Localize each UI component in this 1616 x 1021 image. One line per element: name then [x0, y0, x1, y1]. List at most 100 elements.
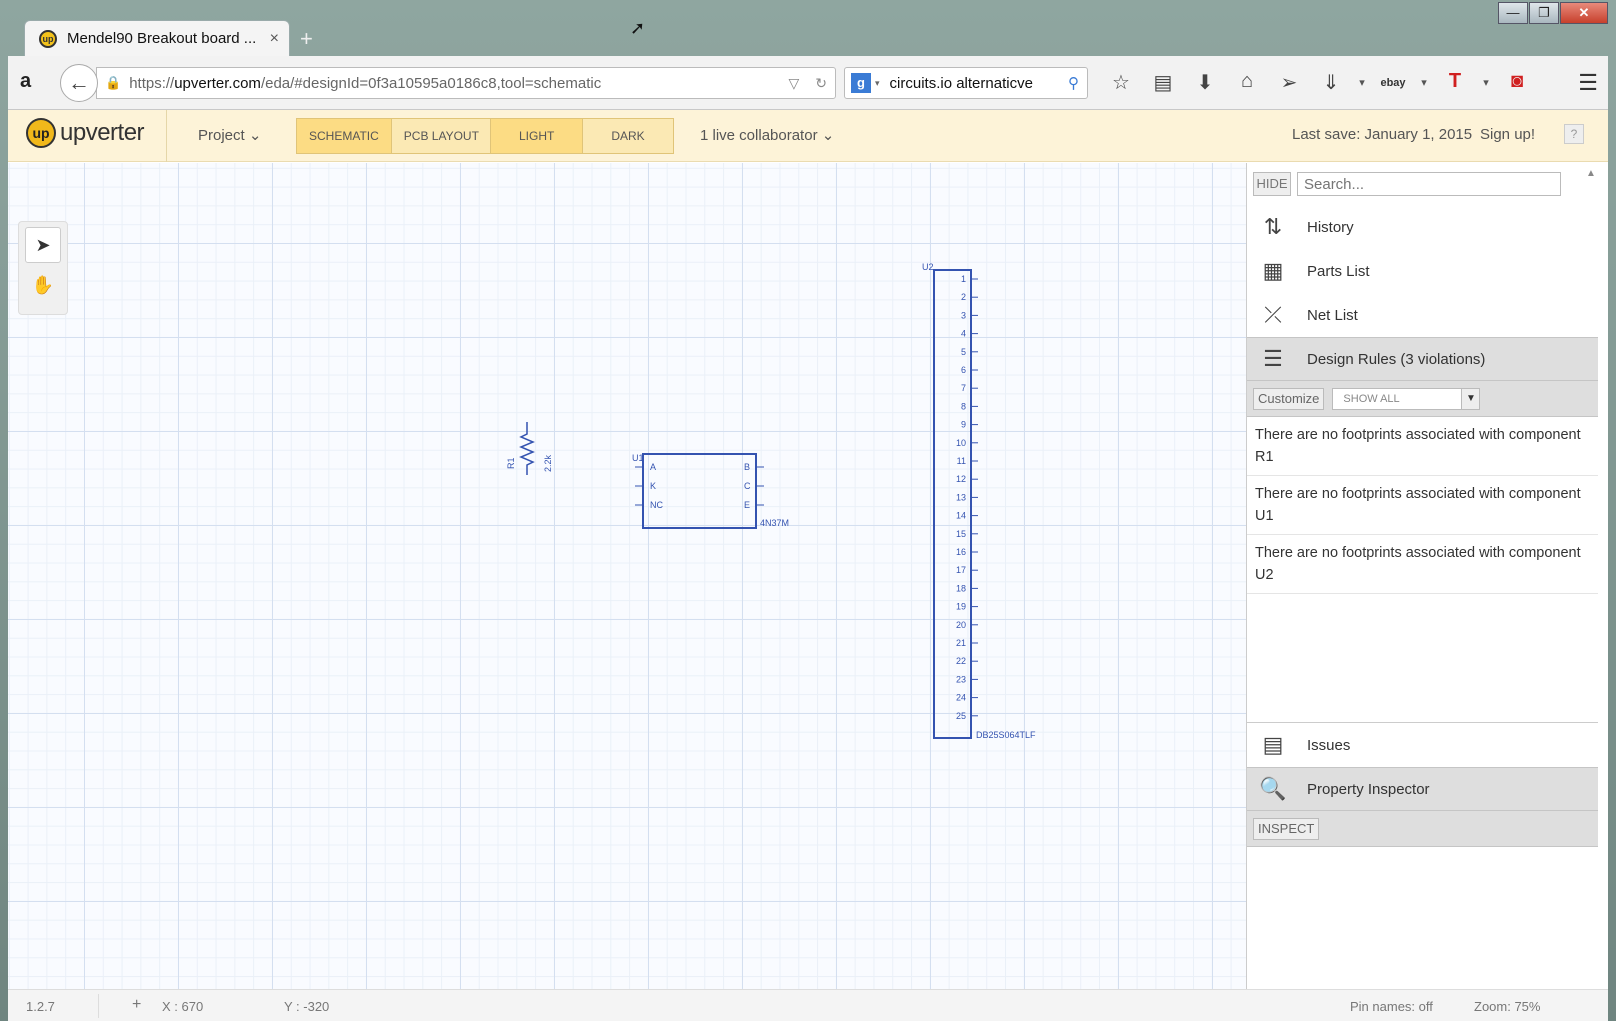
amazon-icon[interactable]: a [20, 70, 31, 93]
send-icon[interactable]: ➢ [1268, 70, 1310, 96]
address-bar[interactable]: 🔒 https://upverter.com/eda/#designId=0f3… [96, 67, 836, 99]
chip-icon: ▦ [1262, 258, 1284, 283]
app-header: up upverter Project ⌄ SCHEMATIC PCB LAYO… [8, 110, 1608, 162]
minimize-button[interactable]: — [1498, 2, 1528, 24]
panel-item-history[interactable]: ⇅ History [1247, 205, 1598, 249]
search-bar[interactable]: g ▾ circuits.io alternaticve ⚲ [844, 67, 1088, 99]
maximize-button[interactable]: ❐ [1529, 2, 1559, 24]
inspect-bar: INSPECT [1247, 811, 1598, 847]
hide-button[interactable]: HIDE [1253, 172, 1291, 196]
tab-dark[interactable]: DARK [582, 119, 673, 153]
help-icon[interactable]: ? [1564, 124, 1584, 144]
chevron-down-icon[interactable]: ▾ [1476, 70, 1496, 96]
divider [166, 110, 167, 162]
divider [98, 994, 99, 1018]
scroll-up-icon[interactable]: ▲ [1586, 168, 1596, 179]
pin-names-toggle[interactable]: Pin names: off [1350, 999, 1433, 1014]
select-move-tool-icon[interactable]: ➤ [25, 227, 61, 263]
component-r1[interactable]: R1 2.2k [506, 422, 553, 475]
chevron-down-icon[interactable]: ▼ [1461, 388, 1480, 409]
panel-item-property-inspector[interactable]: 🔍 Property Inspector [1247, 767, 1598, 811]
home-icon[interactable]: ⌂ [1226, 70, 1268, 96]
u1-pin-nc: NC [650, 500, 663, 510]
list-item[interactable]: There are no footprints associated with … [1247, 417, 1598, 476]
url-text[interactable]: https://upverter.com/eda/#designId=0f3a1… [129, 75, 780, 92]
download-icon[interactable]: ⬇ [1184, 70, 1226, 96]
toolbar-icons: ☆ ▤ ⬇ ⌂ ➢ ⇓ ▾ ebay ▾ T ▾ ◙ [1100, 70, 1538, 96]
magnifier-icon: 🔍 [1259, 776, 1287, 801]
tab-close-icon[interactable]: × [270, 30, 279, 48]
tab-schematic[interactable]: SCHEMATIC [297, 119, 391, 153]
customize-button[interactable]: Customize [1253, 387, 1325, 410]
u2-pin-number: 18 [956, 583, 966, 593]
back-button[interactable]: ← [60, 64, 98, 102]
ebay-icon[interactable]: ebay [1372, 70, 1414, 96]
close-window-button[interactable]: ✕ [1560, 2, 1608, 24]
search-input[interactable]: circuits.io alternaticve [880, 75, 1068, 92]
browser-tab[interactable]: up Mendel90 Breakout board ... × [24, 20, 290, 56]
u2-pin-number: 12 [956, 474, 966, 484]
show-filter-select[interactable]: SHOW ALL ▼ [1332, 387, 1481, 410]
t-extension-icon[interactable]: T [1434, 70, 1476, 96]
list-item[interactable]: There are no footprints associated with … [1247, 476, 1598, 535]
zoom-level[interactable]: Zoom: 75% [1474, 999, 1540, 1014]
pocket-icon[interactable]: ◙ [1496, 70, 1538, 96]
panel-item-design-rules[interactable]: ☰ Design Rules (3 violations) [1247, 337, 1598, 381]
panel-item-net-list[interactable]: ⤫ Net List [1247, 293, 1598, 337]
version-label: 1.2.7 [26, 999, 55, 1014]
u2-pin-number: 1 [961, 274, 966, 284]
reading-list-icon[interactable]: ▤ [1142, 70, 1184, 96]
url-dropdown-icon[interactable]: ▽ [788, 75, 799, 92]
download-manager-icon[interactable]: ⇓ [1310, 70, 1352, 96]
u1-ref-label: U1 [632, 453, 644, 463]
inspect-button[interactable]: INSPECT [1253, 817, 1320, 840]
title-bar: up Mendel90 Breakout board ... × + ➚ — ❐… [0, 0, 1616, 56]
list-item[interactable]: There are no footprints associated with … [1247, 535, 1598, 594]
search-go-icon[interactable]: ⚲ [1068, 74, 1079, 92]
right-panel: HIDE ⇅ History ▦ Parts List ⤫ Net List ☰… [1246, 163, 1598, 989]
new-tab-button[interactable]: + [300, 26, 313, 52]
u2-pin-number: 24 [956, 693, 966, 703]
u2-pin-number: 17 [956, 565, 966, 575]
chevron-down-icon[interactable]: ▾ [1414, 70, 1434, 96]
upverter-logo[interactable]: up upverter [26, 118, 145, 148]
history-icon: ⇅ [1263, 214, 1283, 239]
x-coordinate: X : 670 [162, 999, 204, 1014]
crosshair-icon: + [132, 996, 142, 1013]
component-u1[interactable]: U1 A K NC B C E 4N37M [632, 453, 789, 529]
u2-pin-number: 23 [956, 674, 966, 684]
u2-pin-number: 4 [961, 329, 966, 339]
u1-pin-c: C [744, 481, 751, 491]
u2-pin-number: 13 [956, 492, 966, 502]
tab-pcb-layout[interactable]: PCB LAYOUT [390, 119, 491, 153]
u2-ref-label: U2 [922, 262, 934, 272]
panel-search-input[interactable] [1297, 172, 1561, 196]
pan-hand-tool-icon[interactable]: ✋ [25, 268, 61, 304]
u2-pin-number: 15 [956, 529, 966, 539]
panel-item-issues[interactable]: ▤ Issues [1247, 723, 1598, 767]
panel-item-label: Parts List [1307, 262, 1370, 280]
chevron-down-icon[interactable]: ▾ [1352, 70, 1372, 96]
u2-pin-number: 14 [956, 511, 966, 521]
r1-ref-label: R1 [506, 457, 516, 469]
panel-item-label: Property Inspector [1307, 780, 1430, 798]
upverter-logo-icon: up [26, 118, 56, 148]
schematic-canvas[interactable]: R1 2.2k U1 A K NC B C E 4N37M U2 DB25S06… [8, 163, 1246, 989]
reload-icon[interactable]: ↻ [815, 75, 827, 92]
network-icon: ⤫ [1264, 302, 1282, 327]
project-menu[interactable]: Project ⌄ [198, 126, 261, 144]
panel-item-parts-list[interactable]: ▦ Parts List [1247, 249, 1598, 293]
hamburger-menu-icon[interactable]: ☰ [1578, 70, 1598, 96]
tab-light[interactable]: LIGHT [491, 119, 583, 153]
component-u2[interactable]: U2 DB25S064TLF 1234567891011121314151617… [922, 262, 1036, 740]
last-save-status: Last save: January 1, 2015 [1292, 126, 1473, 143]
google-icon[interactable]: g [851, 73, 871, 93]
bookmark-star-icon[interactable]: ☆ [1100, 70, 1142, 96]
collaborators-menu[interactable]: 1 live collaborator ⌄ [700, 126, 834, 144]
upverter-favicon-icon: up [39, 29, 57, 48]
u1-pin-k: K [650, 481, 656, 491]
schematic-drawing[interactable]: R1 2.2k U1 A K NC B C E 4N37M U2 DB25S06… [8, 163, 1246, 989]
window-controls: — ❐ ✕ [1497, 2, 1608, 24]
signup-link[interactable]: Sign up! [1480, 126, 1535, 143]
canvas-tools: ➤ ✋ [18, 221, 68, 315]
